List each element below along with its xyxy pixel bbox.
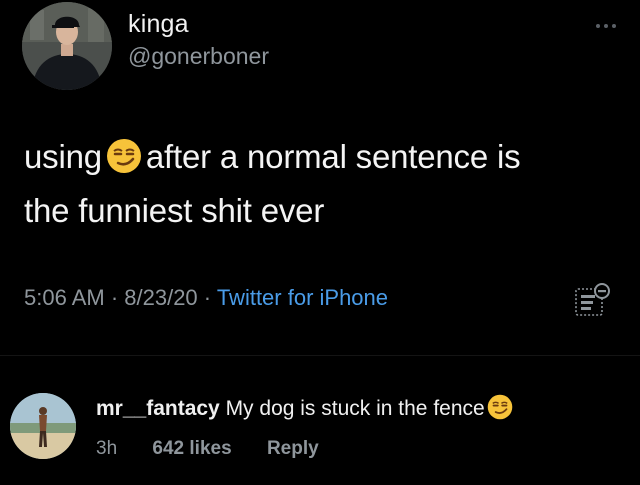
author-display-name[interactable]: kinga: [128, 10, 189, 39]
author-handle[interactable]: @gonerboner: [128, 43, 269, 70]
tweet-text: using after a normal sentence is the fun…: [24, 133, 624, 235]
author-avatar[interactable]: [22, 2, 112, 90]
reply-button[interactable]: Reply: [267, 438, 319, 459]
tweet-source[interactable]: Twitter for iPhone: [217, 285, 388, 310]
tweet-text-part2: after a normal sentence is: [145, 138, 521, 175]
commenter-username[interactable]: mr__fantacy: [96, 397, 220, 420]
smirk-emoji-icon: [487, 394, 513, 426]
comment-body: My dog is stuck in the fence: [219, 397, 485, 420]
divider: [0, 355, 640, 356]
commenter-avatar[interactable]: [10, 393, 76, 459]
comment-meta: 3h 642 likes Reply: [96, 438, 349, 460]
tweet-text-part1: using: [24, 138, 102, 175]
comment-text: mr__fantacy My dog is stuck in the fence: [96, 394, 517, 426]
smirk-emoji-icon: [106, 138, 142, 187]
comment-age: 3h: [96, 438, 118, 459]
more-options-icon[interactable]: [595, 18, 617, 28]
analytics-icon[interactable]: [572, 281, 612, 321]
tweet-meta: 5:06 AM · 8/23/20 · Twitter for iPhone: [24, 285, 388, 311]
tweet-text-part3: the funniest shit ever: [24, 192, 325, 229]
comment-likes[interactable]: 642 likes: [152, 438, 231, 459]
tweet-timestamp[interactable]: 5:06 AM · 8/23/20 ·: [24, 285, 217, 310]
